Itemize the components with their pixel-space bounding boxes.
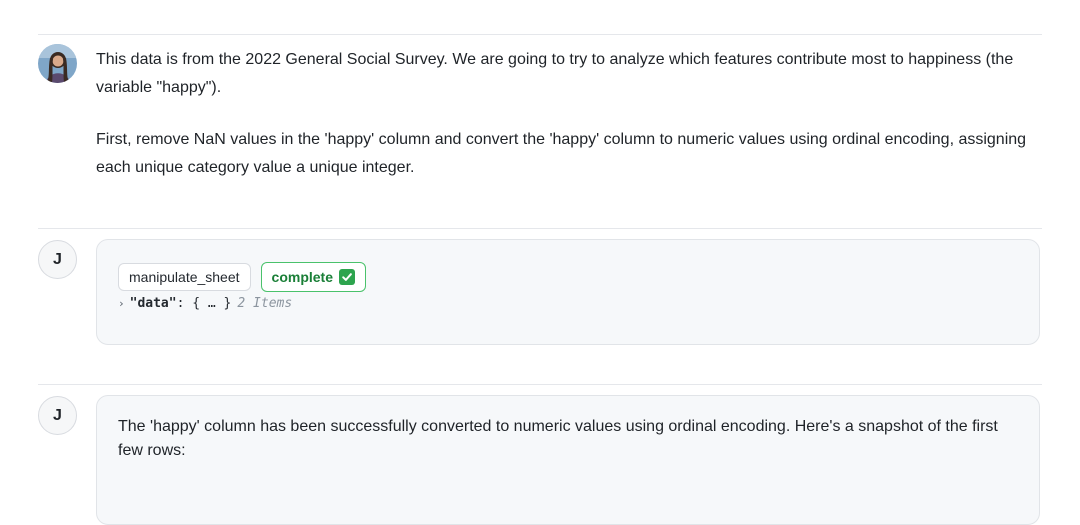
assistant-avatar: J <box>38 240 77 279</box>
assistant-avatar-initial: J <box>53 406 62 424</box>
assistant-message-text: The 'happy' column has been successfully… <box>118 418 998 459</box>
json-key: "data" <box>129 296 177 311</box>
assistant-avatar: J <box>38 396 77 435</box>
json-item-count: 2 Items <box>237 296 293 311</box>
json-colon: : <box>176 296 193 311</box>
user-photo-avatar-icon <box>38 44 77 83</box>
status-label: complete <box>271 269 333 285</box>
user-avatar <box>38 44 77 83</box>
user-message-paragraph: This data is from the 2022 General Socia… <box>96 51 1014 96</box>
tool-call-header: manipulate_sheet complete <box>118 262 366 292</box>
message-divider <box>38 34 1042 35</box>
user-message: This data is from the 2022 General Socia… <box>96 46 1046 182</box>
json-result-toggle[interactable]: › "data" : { … } 2 Items <box>118 296 292 311</box>
tool-name-badge: manipulate_sheet <box>118 263 251 291</box>
json-preview: { … } <box>192 296 232 311</box>
message-divider <box>38 228 1042 229</box>
assistant-avatar-initial: J <box>53 250 62 268</box>
assistant-message-card: The 'happy' column has been successfully… <box>96 395 1040 525</box>
status-badge: complete <box>260 262 366 292</box>
user-message-paragraph: First, remove NaN values in the 'happy' … <box>96 131 1027 176</box>
message-divider <box>38 384 1042 385</box>
tool-call-card: manipulate_sheet complete › "data" : { …… <box>96 239 1040 345</box>
chevron-right-icon: › <box>118 297 125 310</box>
check-box-icon <box>339 269 355 285</box>
